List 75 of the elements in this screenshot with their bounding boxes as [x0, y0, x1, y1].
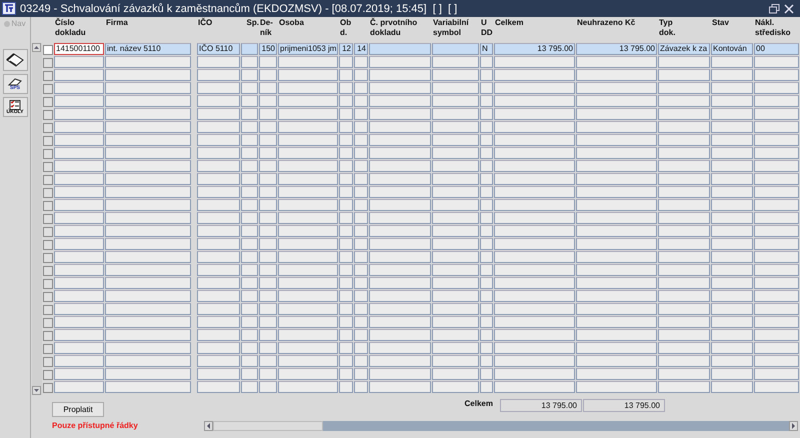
column-header: Č. prvotního dokladu [370, 18, 418, 38]
column-header: U DD [481, 18, 494, 38]
total-value: 13 795.00 [583, 399, 665, 412]
row-checkbox[interactable] [43, 370, 53, 380]
column-header: Stav [712, 18, 730, 28]
table-cell[interactable]: 150 [259, 43, 277, 55]
row-checkbox[interactable] [43, 292, 53, 302]
checklist-icon [7, 100, 23, 110]
pen-icon [7, 78, 23, 86]
column-header: Variabilní symbol [433, 18, 470, 38]
row-checkbox[interactable] [43, 136, 53, 146]
row-checkbox[interactable] [43, 110, 53, 120]
column-header: De- ník [260, 18, 274, 38]
notice-text: Pouze přístupné řádky [52, 421, 138, 430]
row-checkbox[interactable] [43, 97, 53, 107]
table-cell[interactable]: 00 [754, 43, 799, 55]
table-cell[interactable]: IČO 5110 [197, 43, 240, 55]
row-checkbox[interactable] [43, 149, 53, 159]
scroll-up-icon[interactable] [32, 43, 41, 52]
row-checkbox[interactable] [43, 279, 53, 289]
column-header: Celkem [495, 18, 524, 28]
row-checkbox[interactable] [43, 123, 53, 133]
row-checkbox[interactable] [43, 58, 53, 68]
row-checkbox[interactable] [43, 175, 53, 185]
row-checkbox[interactable] [43, 357, 53, 367]
table-cell[interactable]: 14 [354, 43, 368, 55]
vertical-scrollbar[interactable] [32, 43, 42, 395]
row-checkbox[interactable] [43, 383, 53, 393]
close-icon[interactable] [784, 4, 794, 14]
table-cell[interactable]: N [480, 43, 493, 55]
table-cell[interactable]: 13 795.00 [494, 43, 575, 55]
row-checkbox[interactable] [43, 201, 53, 211]
row-checkbox[interactable] [43, 227, 53, 237]
table-cell[interactable]: int. název 5110 [105, 43, 191, 55]
row-checkbox[interactable] [43, 240, 53, 250]
row-checkbox[interactable] [43, 214, 53, 224]
scroll-right-icon[interactable] [789, 420, 798, 430]
row-checkbox[interactable] [43, 162, 53, 172]
column-header: Nákl. středisko [755, 18, 792, 38]
table-cell[interactable]: 13 795.00 [576, 43, 657, 55]
column-header: IČO [198, 18, 214, 28]
column-header: Ob d. [340, 18, 352, 38]
column-header: Firma [106, 18, 129, 28]
row-checkbox[interactable] [43, 253, 53, 263]
table-cell[interactable]: 12 [339, 43, 353, 55]
column-header: Sp. [246, 18, 259, 28]
pay-button[interactable]: Proplatit [52, 402, 104, 417]
restore-icon[interactable] [769, 4, 780, 14]
row-checkbox[interactable] [43, 344, 53, 354]
horizontal-scrollbar[interactable] [204, 420, 798, 431]
column-header: Číslo dokladu [55, 18, 87, 38]
row-checkbox[interactable] [43, 266, 53, 276]
window-title: 03249 - Schvalování závazků k zaměstnancům (EKDOZMSV) - [08.07.2019; 15:45] [ ] [ ] [20, 2, 458, 14]
column-header: Typ dok. [659, 18, 676, 38]
row-checkbox[interactable] [43, 45, 53, 55]
app-logo-icon [2, 2, 16, 15]
scrollbar-thumb[interactable] [213, 420, 323, 430]
table-cell[interactable]: Kontován [711, 43, 753, 55]
table-cell[interactable]: 1415001100 [54, 43, 104, 55]
column-header: Osoba [279, 18, 305, 28]
eraser-icon [5, 52, 25, 68]
row-checkbox[interactable] [43, 84, 53, 94]
row-checkbox[interactable] [43, 331, 53, 341]
table-cell[interactable]: prijmeni1053 jm [278, 43, 338, 55]
row-checkbox[interactable] [43, 188, 53, 198]
row-checkbox[interactable] [43, 305, 53, 315]
totals-label: Celkem [464, 399, 494, 410]
total-value: 13 795.00 [500, 399, 582, 412]
column-header: Neuhrazeno Kč [577, 18, 636, 28]
row-checkbox[interactable] [43, 71, 53, 81]
row-checkbox[interactable] [43, 318, 53, 328]
scroll-left-icon[interactable] [204, 420, 213, 430]
scroll-down-icon[interactable] [32, 386, 41, 395]
table-cell[interactable]: Závazek k za [658, 43, 710, 55]
eraser-tool-button[interactable] [2, 49, 28, 71]
